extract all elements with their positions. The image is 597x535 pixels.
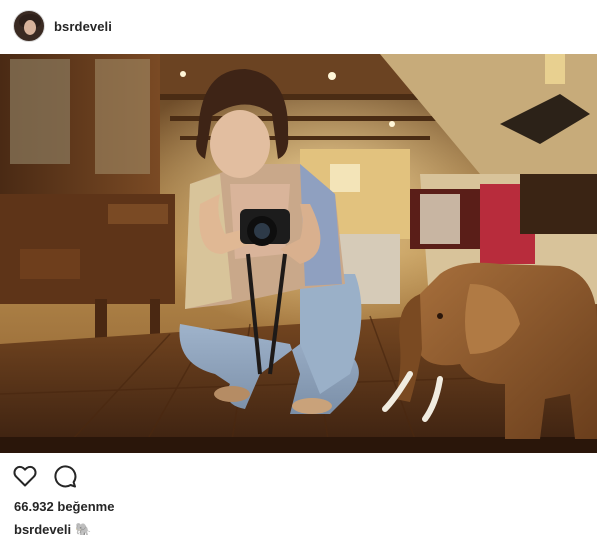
avatar-face — [24, 20, 36, 35]
comment-icon[interactable] — [52, 463, 78, 489]
caption-emoji: 🐘 — [75, 522, 92, 535]
caption-username[interactable]: bsrdeveli — [14, 522, 71, 535]
post-header: bsrdeveli — [0, 0, 597, 52]
post-caption: bsrdeveli 🐘 — [14, 522, 91, 535]
post-actions — [12, 462, 78, 490]
heart-icon[interactable] — [12, 463, 38, 489]
post-username[interactable]: bsrdeveli — [54, 19, 112, 34]
post-photo[interactable] — [0, 54, 597, 453]
likes-count[interactable]: 66.932 beğenme — [14, 499, 114, 514]
avatar[interactable] — [13, 10, 45, 42]
post-photo-illustration — [0, 54, 597, 453]
